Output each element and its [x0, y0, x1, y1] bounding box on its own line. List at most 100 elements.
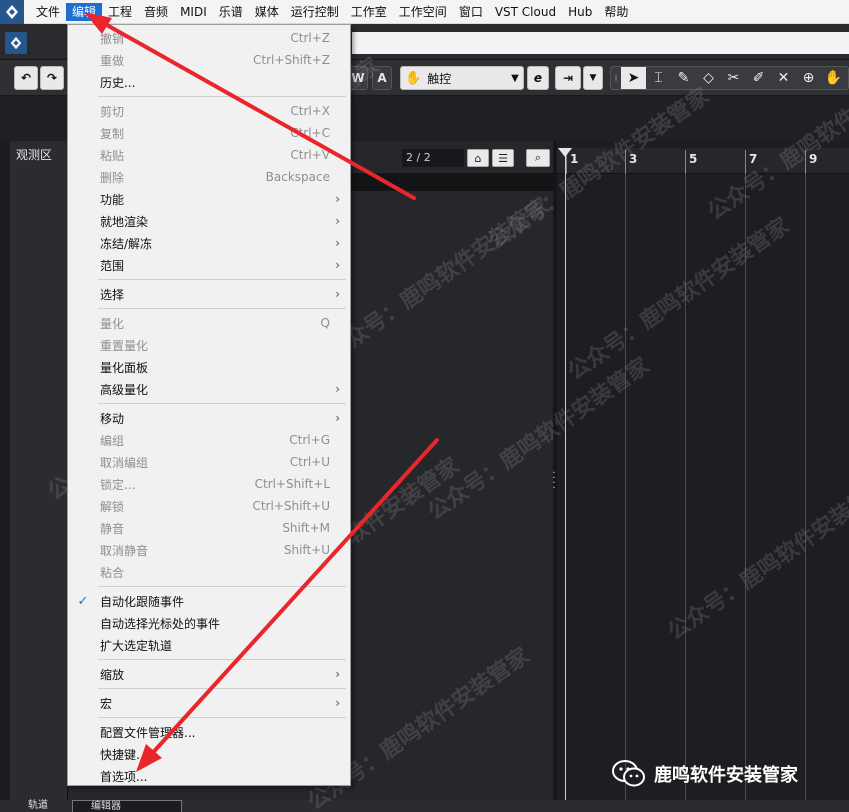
- menu-separator: [98, 403, 346, 404]
- edit-menu-item-label: 复制: [100, 126, 125, 141]
- edit-mode-icon[interactable]: e: [527, 66, 549, 90]
- inspector-title[interactable]: 观测区: [16, 146, 52, 163]
- submenu-chevron-icon: ›: [335, 258, 340, 272]
- cubase-logo-icon[interactable]: [0, 0, 24, 24]
- ruler-bar-number: 5: [689, 152, 698, 166]
- snap-icon[interactable]: ⇥: [555, 66, 581, 90]
- submenu-chevron-icon: ›: [335, 696, 340, 710]
- edit-menu-item[interactable]: 宏 ›: [68, 692, 350, 714]
- edit-menu-item[interactable]: 历史...: [68, 71, 350, 93]
- list-icon[interactable]: ☰: [492, 149, 514, 167]
- edit-menu-item-label: 编组: [100, 433, 125, 448]
- menu-9[interactable]: 工作空间: [393, 3, 453, 21]
- automation-mode-value: 触控: [427, 71, 452, 86]
- home-icon[interactable]: ⌂: [467, 149, 489, 167]
- edit-menu-item[interactable]: 冻结/解冻 ›: [68, 232, 350, 254]
- edit-menu-item-label: 宏: [100, 696, 113, 711]
- left-zone-gutter: [0, 141, 10, 812]
- menu-10[interactable]: 窗口: [453, 3, 489, 21]
- brand-text: 鹿鸣软件安装管家: [654, 765, 798, 786]
- edit-menu-item[interactable]: 就地渲染 ›: [68, 210, 350, 232]
- edit-menu-item[interactable]: ✓ 自动化跟随事件: [68, 590, 350, 612]
- menu-separator: [98, 279, 346, 280]
- redo-icon[interactable]: ↷: [40, 66, 64, 90]
- edit-menu-item-label: 冻结/解冻: [100, 236, 153, 251]
- wechat-icon: [612, 760, 646, 788]
- edit-menu-item-label: 首选项...: [100, 769, 148, 784]
- edit-menu-item[interactable]: 自动选择光标处的事件: [68, 612, 350, 634]
- edit-menu-item: 编组 Ctrl+G: [68, 429, 350, 451]
- edit-menu-item[interactable]: 缩放 ›: [68, 663, 350, 685]
- project-cursor-line: [565, 148, 566, 812]
- submenu-chevron-icon: ›: [335, 667, 340, 681]
- edit-menu-item[interactable]: 移动 ›: [68, 407, 350, 429]
- edit-menu-item: 静音 Shift+M: [68, 517, 350, 539]
- edit-menu-item: 锁定... Ctrl+Shift+L: [68, 473, 350, 495]
- scissors-tool-icon[interactable]: ✂: [721, 67, 746, 89]
- edit-menu-item[interactable]: 扩大选定轨道: [68, 634, 350, 656]
- edit-menu-item-label: 取消静音: [100, 543, 149, 558]
- menu-0[interactable]: 文件: [30, 3, 66, 21]
- editor-tab[interactable]: 编辑器: [72, 800, 182, 812]
- zoom-tool-icon[interactable]: ⊕: [796, 67, 821, 89]
- edit-menu-item-label: 快捷键...: [100, 747, 148, 762]
- menu-5[interactable]: 乐谱: [213, 3, 249, 21]
- edit-menu-item[interactable]: 范围 ›: [68, 254, 350, 276]
- splitter-handle-icon[interactable]: · · · ·: [552, 469, 556, 494]
- edit-menu-item: 复制 Ctrl+C: [68, 122, 350, 144]
- menu-3[interactable]: 音频: [138, 3, 174, 21]
- menu-separator: [98, 688, 346, 689]
- edit-menu-item-shortcut: Ctrl+Shift+L: [254, 477, 330, 491]
- edit-menu-item: 解锁 Ctrl+Shift+U: [68, 495, 350, 517]
- bar-grid-line: [625, 174, 626, 812]
- edit-menu-item: 重置量化: [68, 334, 350, 356]
- menu-6[interactable]: 媒体: [249, 3, 285, 21]
- pointer-tool-icon[interactable]: ➤: [621, 67, 646, 89]
- menu-separator: [98, 717, 346, 718]
- edit-menu-item[interactable]: 快捷键...: [68, 743, 350, 765]
- menu-4[interactable]: MIDI: [174, 3, 213, 21]
- submenu-chevron-icon: ›: [335, 382, 340, 396]
- edit-menu-item-label: 功能: [100, 192, 125, 207]
- edit-menu-item[interactable]: 选择 ›: [68, 283, 350, 305]
- edit-menu-item-label: 量化: [100, 316, 125, 331]
- edit-menu-item-shortcut: Backspace: [265, 170, 330, 184]
- edit-menu-item-label: 粘贴: [100, 148, 125, 163]
- menu-1[interactable]: 编辑: [66, 2, 103, 21]
- automation-mode-select[interactable]: ✋ 触控 ▼: [400, 66, 524, 90]
- menu-12[interactable]: Hub: [562, 3, 598, 21]
- edit-menu-item-label: 删除: [100, 170, 125, 185]
- snap-dropdown-icon[interactable]: ▼: [583, 66, 603, 90]
- search-icon[interactable]: ⌕: [526, 149, 550, 167]
- edit-menu-item[interactable]: 首选项...: [68, 765, 350, 787]
- edit-menu-item-shortcut: Ctrl+Shift+U: [252, 499, 330, 513]
- edit-menu-item[interactable]: 量化面板: [68, 356, 350, 378]
- menu-11[interactable]: VST Cloud: [489, 3, 562, 21]
- edit-menu-item-label: 粘合: [100, 565, 125, 580]
- edit-menu-item-shortcut: Ctrl+C: [290, 126, 330, 140]
- lower-zone-label[interactable]: 轨道: [28, 800, 48, 812]
- hand-tool-icon[interactable]: ✋: [821, 67, 846, 89]
- mute-tool-icon[interactable]: ✕: [771, 67, 796, 89]
- edit-menu-item: 剪切 Ctrl+X: [68, 100, 350, 122]
- chevron-down-icon: ▼: [511, 72, 519, 84]
- menu-8[interactable]: 工作室: [345, 3, 393, 21]
- menu-2[interactable]: 工程: [102, 3, 138, 21]
- undo-icon[interactable]: ↶: [14, 66, 38, 90]
- cursor-flag-icon[interactable]: [558, 148, 572, 157]
- edit-menu-item[interactable]: 功能 ›: [68, 188, 350, 210]
- edit-menu-item-label: 缩放: [100, 667, 125, 682]
- glue-tool-icon[interactable]: ✐: [746, 67, 771, 89]
- edit-menu-item-shortcut: Shift+M: [282, 521, 330, 535]
- bar-grid-line: [745, 174, 746, 812]
- menu-7[interactable]: 运行控制: [285, 3, 345, 21]
- menu-separator: [98, 586, 346, 587]
- menu-13[interactable]: 帮助: [598, 3, 634, 21]
- edit-menu-item[interactable]: 配置文件管理器...: [68, 721, 350, 743]
- range-tool-icon[interactable]: ⌶: [646, 67, 671, 89]
- submenu-chevron-icon: ›: [335, 214, 340, 228]
- edit-menu-item[interactable]: 高级量化 ›: [68, 378, 350, 400]
- tool-palette: ⁝ ➤ ⌶ ✎ ◇ ✂ ✐ ✕ ⊕ ✋: [610, 66, 849, 90]
- track-counter: 2 / 2: [402, 149, 464, 167]
- menu-separator: [98, 308, 346, 309]
